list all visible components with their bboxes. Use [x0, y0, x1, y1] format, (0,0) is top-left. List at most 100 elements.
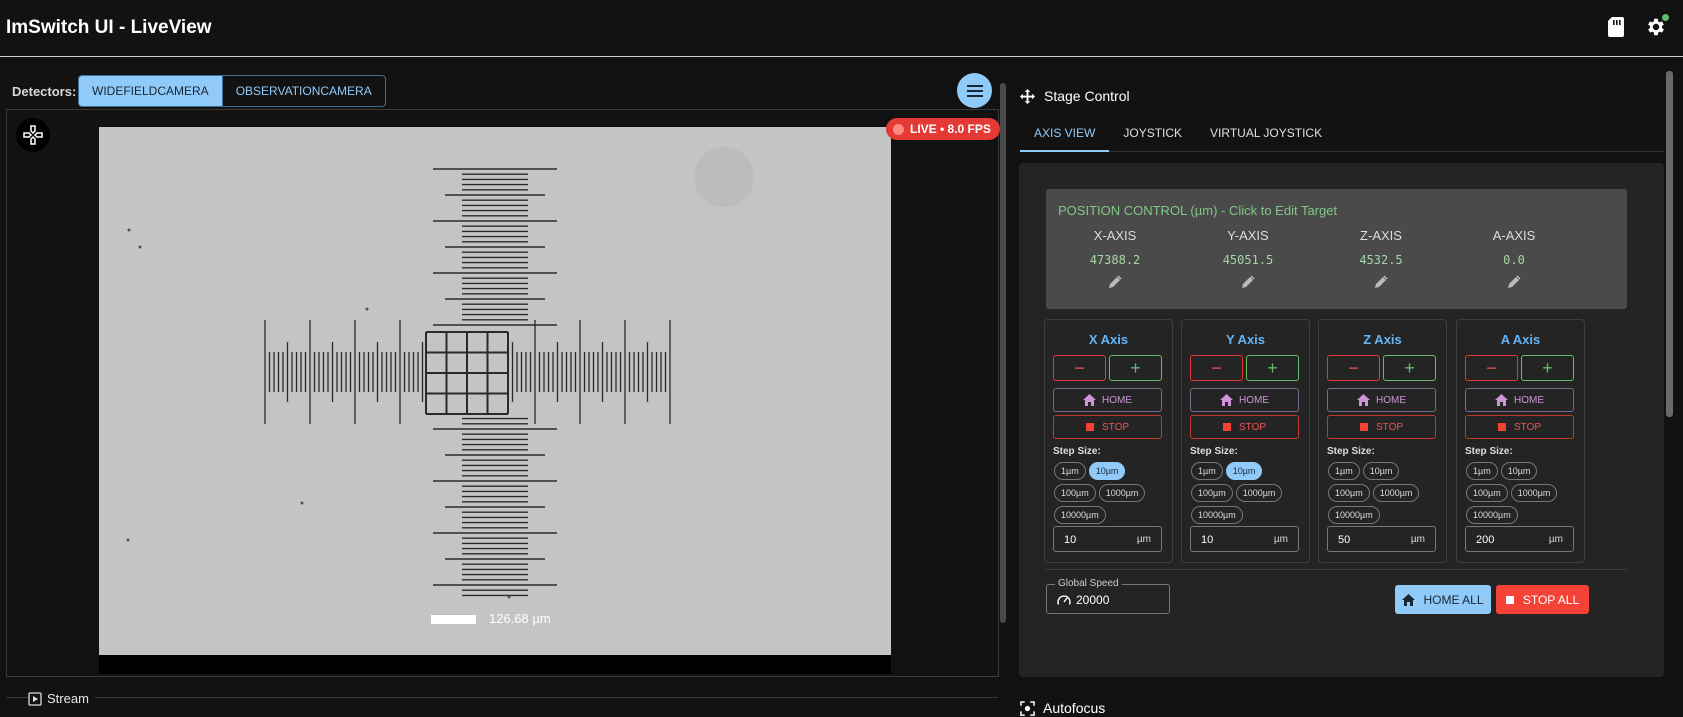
step-size-chip[interactable]: 1000µm: [1372, 484, 1420, 502]
step-size-chip[interactable]: 100µm: [1328, 484, 1370, 502]
position-column-1[interactable]: Y-AXIS 45051.5: [1178, 228, 1318, 289]
step-size-chip[interactable]: 10000µm: [1191, 506, 1243, 524]
autofocus-header[interactable]: Autofocus: [1020, 700, 1105, 716]
increment-button[interactable]: +: [1109, 355, 1162, 381]
decrement-button[interactable]: −: [1053, 355, 1106, 381]
camera-image[interactable]: [99, 127, 891, 673]
step-size-chip[interactable]: 100µm: [1054, 484, 1096, 502]
home-label: HOME: [1239, 394, 1269, 406]
step-size-chip[interactable]: 10000µm: [1328, 506, 1380, 524]
stop-button[interactable]: STOP: [1327, 415, 1436, 439]
menu-icon: [966, 84, 983, 97]
decrement-button[interactable]: −: [1327, 355, 1380, 381]
position-column-2[interactable]: Z-AXIS 4532.5: [1311, 228, 1451, 289]
detector-widefieldcamera-button[interactable]: WIDEFIELDCAMERA: [79, 76, 222, 106]
step-size-chip[interactable]: 10µm: [1225, 462, 1263, 480]
stop-button[interactable]: STOP: [1465, 415, 1574, 439]
stage-tabs: AXIS VIEW JOYSTICK VIRTUAL JOYSTICK: [1020, 115, 1664, 152]
home-icon: [1495, 394, 1508, 406]
axis-card-title: Y Axis: [1225, 332, 1266, 347]
increment-button[interactable]: +: [1383, 355, 1436, 381]
decrement-button[interactable]: −: [1465, 355, 1518, 381]
increment-button[interactable]: +: [1521, 355, 1574, 381]
gamepad-icon: [23, 125, 43, 145]
gear-icon[interactable]: [1644, 14, 1669, 39]
tab-axis-view[interactable]: AXIS VIEW: [1020, 115, 1110, 152]
step-size-chip[interactable]: 1000µm: [1235, 484, 1283, 502]
step-size-unit: µm: [1410, 534, 1425, 545]
step-size-chip[interactable]: 1µm: [1466, 462, 1498, 480]
step-size-chip[interactable]: 100µm: [1191, 484, 1233, 502]
gamepad-button[interactable]: [16, 118, 50, 152]
stop-icon: [1085, 423, 1094, 431]
menu-button[interactable]: [957, 73, 992, 108]
step-size-chip[interactable]: 10µm: [1500, 462, 1538, 480]
home-button[interactable]: HOME: [1465, 388, 1574, 412]
step-size-chip[interactable]: 100µm: [1466, 484, 1508, 502]
step-size-label: Step Size:: [1190, 446, 1238, 457]
sd-card-icon[interactable]: [1604, 15, 1628, 39]
reticle-pattern: [126, 147, 754, 599]
axis-position-value[interactable]: 0.0: [1444, 253, 1584, 267]
position-column-3[interactable]: A-AXIS 0.0: [1444, 228, 1584, 289]
axis-card-title: A Axis: [1500, 332, 1541, 347]
home-button[interactable]: HOME: [1190, 388, 1299, 412]
scale-bar: [431, 615, 476, 624]
step-size-unit: µm: [1548, 534, 1563, 545]
increment-button[interactable]: +: [1246, 355, 1299, 381]
right-scrollbar[interactable]: [1666, 71, 1673, 417]
stop-button[interactable]: STOP: [1053, 415, 1162, 439]
step-size-label: Step Size:: [1465, 446, 1513, 457]
home-button[interactable]: HOME: [1053, 388, 1162, 412]
step-size-input[interactable]: 200 µm: [1465, 526, 1574, 552]
edit-icon[interactable]: [1178, 275, 1318, 289]
step-size-unit: µm: [1273, 534, 1288, 545]
home-label: HOME: [1102, 394, 1132, 406]
global-speed-label: Global Speed: [1055, 578, 1122, 589]
axis-position-value[interactable]: 47388.2: [1045, 253, 1185, 267]
home-icon: [1083, 394, 1096, 406]
position-control-box: POSITION CONTROL (µm) - Click to Edit Ta…: [1046, 189, 1627, 309]
stop-button[interactable]: STOP: [1190, 415, 1299, 439]
home-all-button[interactable]: HOME ALL: [1395, 585, 1491, 614]
step-size-chip[interactable]: 1µm: [1191, 462, 1223, 480]
step-size-input[interactable]: 10 µm: [1190, 526, 1299, 552]
step-size-chip[interactable]: 10µm: [1088, 462, 1126, 480]
home-label: HOME: [1376, 394, 1406, 406]
stream-section-header[interactable]: Stream: [28, 691, 95, 706]
tab-joystick[interactable]: JOYSTICK: [1109, 115, 1196, 152]
edit-icon[interactable]: [1311, 275, 1451, 289]
detector-observationcamera-button[interactable]: OBSERVATIONCAMERA: [221, 76, 385, 106]
step-size-chip[interactable]: 1µm: [1054, 462, 1086, 480]
step-size-value: 50: [1338, 534, 1351, 546]
step-size-chip[interactable]: 1000µm: [1098, 484, 1146, 502]
detectors-label: Detectors:: [12, 84, 77, 99]
step-size-chip[interactable]: 10000µm: [1466, 506, 1518, 524]
position-column-0[interactable]: X-AXIS 47388.2: [1045, 228, 1185, 289]
step-size-chip[interactable]: 1000µm: [1510, 484, 1558, 502]
app-bar: ImSwitch UI - LiveView: [0, 0, 1683, 57]
stop-icon: [1505, 595, 1514, 604]
step-size-chip[interactable]: 1µm: [1328, 462, 1360, 480]
autofocus-title: Autofocus: [1043, 700, 1106, 716]
tab-virtual-joystick[interactable]: VIRTUAL JOYSTICK: [1196, 115, 1336, 152]
step-size-chip[interactable]: 10µm: [1362, 462, 1400, 480]
live-fps-text: LIVE • 8.0 FPS: [910, 122, 991, 136]
axis-position-value[interactable]: 4532.5: [1311, 253, 1451, 267]
stop-all-button[interactable]: STOP ALL: [1496, 585, 1589, 614]
stream-section-divider: [6, 697, 998, 717]
home-button[interactable]: HOME: [1327, 388, 1436, 412]
stop-label: STOP: [1238, 421, 1267, 433]
edit-icon[interactable]: [1444, 275, 1584, 289]
step-size-chips: 1µm 10µm 100µm 1000µm 10000µm: [1466, 462, 1581, 524]
step-size-value: 200: [1476, 534, 1495, 546]
step-size-chip[interactable]: 10000µm: [1054, 506, 1106, 524]
axis-position-value[interactable]: 45051.5: [1178, 253, 1318, 267]
step-size-chips: 1µm 10µm 100µm 1000µm 10000µm: [1328, 462, 1443, 524]
edit-icon[interactable]: [1045, 275, 1185, 289]
step-size-input[interactable]: 50 µm: [1327, 526, 1436, 552]
global-speed-field[interactable]: Global Speed 20000: [1046, 578, 1170, 614]
step-size-input[interactable]: 10 µm: [1053, 526, 1162, 552]
left-scrollbar[interactable]: [1000, 83, 1006, 623]
decrement-button[interactable]: −: [1190, 355, 1243, 381]
